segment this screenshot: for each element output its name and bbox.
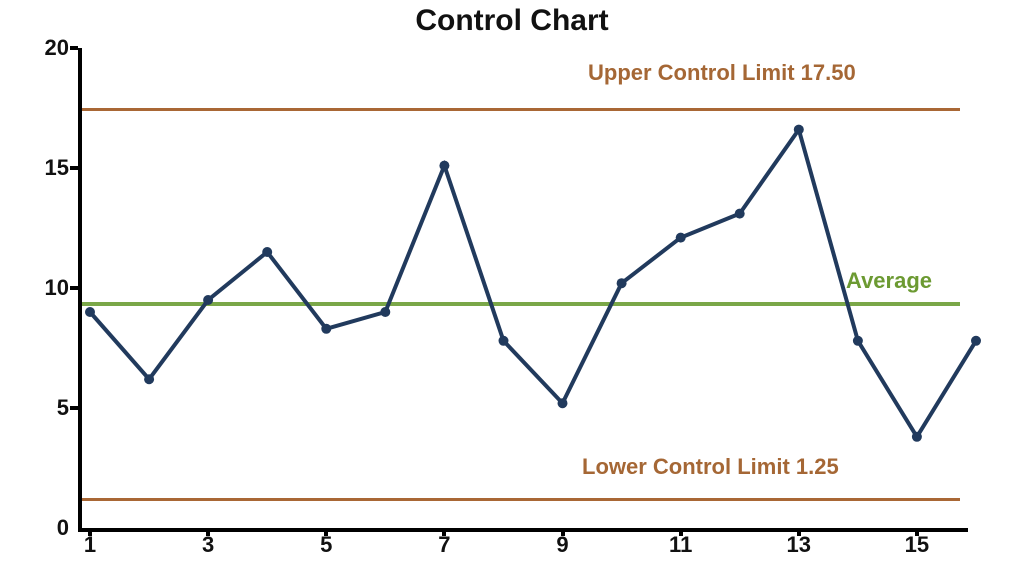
x-tick-mark [915,528,919,536]
y-tick-mark [70,406,78,410]
x-tick-mark [324,528,328,536]
x-tick-mark [679,528,683,536]
x-tick-mark [88,528,92,536]
chart-title: Control Chart [0,4,1024,38]
x-tick-mark [442,528,446,536]
y-tick-10: 10 [45,275,69,301]
y-tick-15: 15 [45,155,69,181]
x-tick-mark [206,528,210,536]
y-tick-mark [70,286,78,290]
x-tick-mark [797,528,801,536]
y-tick-20: 20 [45,35,69,61]
y-tick-0: 0 [57,515,69,541]
control-chart: Control Chart 0 5 10 15 20 1 3 5 7 9 11 … [0,0,1024,576]
x-tick-mark [561,528,565,536]
y-tick-5: 5 [57,395,69,421]
y-tick-mark [70,166,78,170]
data-series [78,48,964,528]
y-tick-mark [70,46,78,50]
